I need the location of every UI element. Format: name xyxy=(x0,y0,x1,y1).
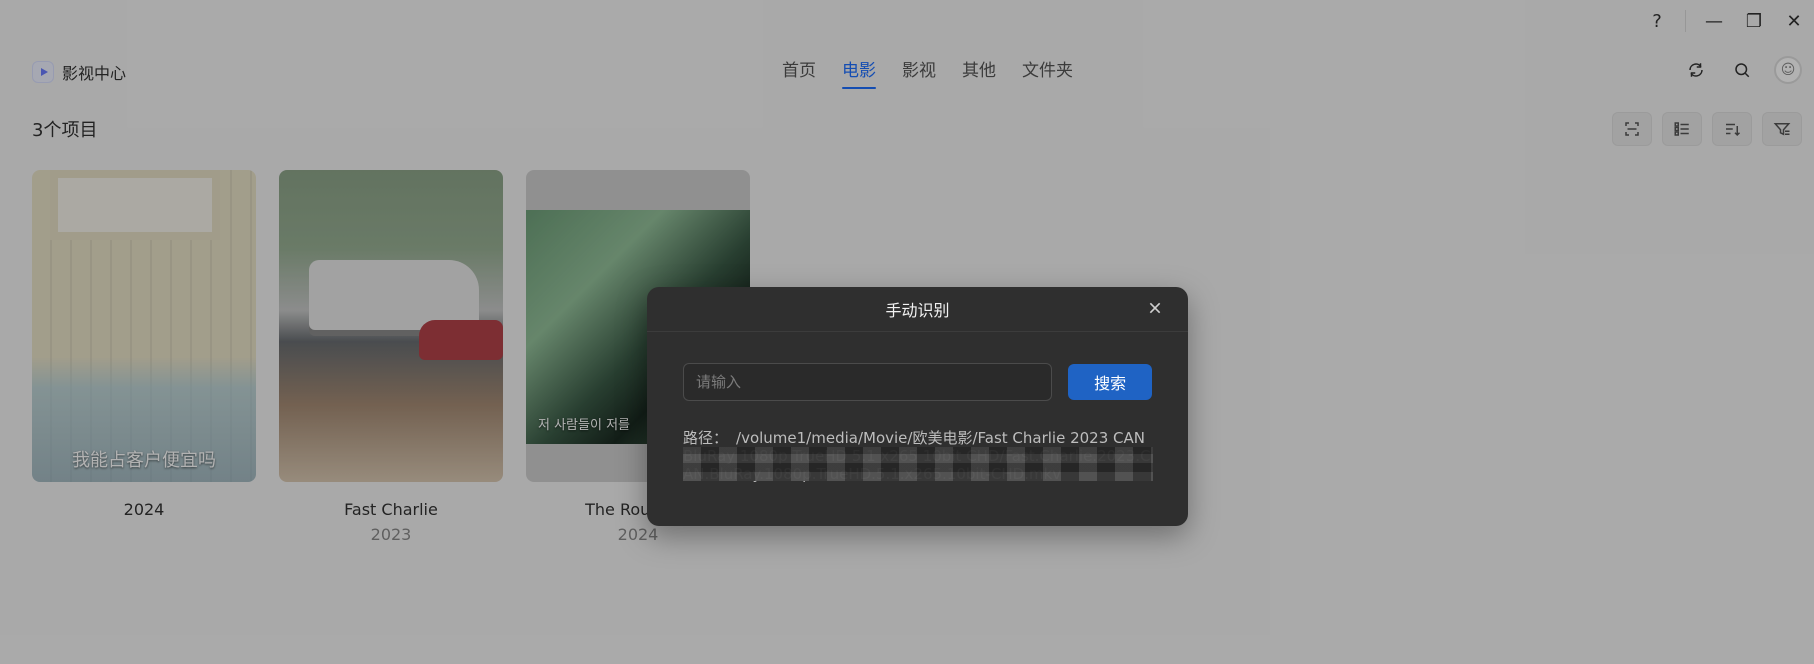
path-text: 路径：/volume1/media/Movie/欧美电影/Fast Charli… xyxy=(683,429,1153,483)
path-label: 路径： xyxy=(683,429,729,447)
dialog-header: 手动识别 xyxy=(647,287,1188,332)
app-window: ? — ❐ ✕ 影视中心 首页 电影 影视 其他 文件夹 ☺ 3个项目 我能占客… xyxy=(0,0,1814,664)
manual-identify-dialog: 手动识别 搜索 路径：/volume1/media/Movie/欧美电影/Fas… xyxy=(647,287,1188,526)
dialog-body: 搜索 路径：/volume1/media/Movie/欧美电影/Fast Cha… xyxy=(647,332,1188,483)
close-icon xyxy=(1149,302,1161,314)
dialog-close-button[interactable] xyxy=(1144,297,1166,319)
search-button[interactable]: 搜索 xyxy=(1068,364,1152,400)
path-redaction-mask xyxy=(683,447,1153,481)
search-input[interactable] xyxy=(683,363,1053,401)
search-row: 搜索 xyxy=(683,363,1152,401)
dialog-title: 手动识别 xyxy=(885,301,950,320)
